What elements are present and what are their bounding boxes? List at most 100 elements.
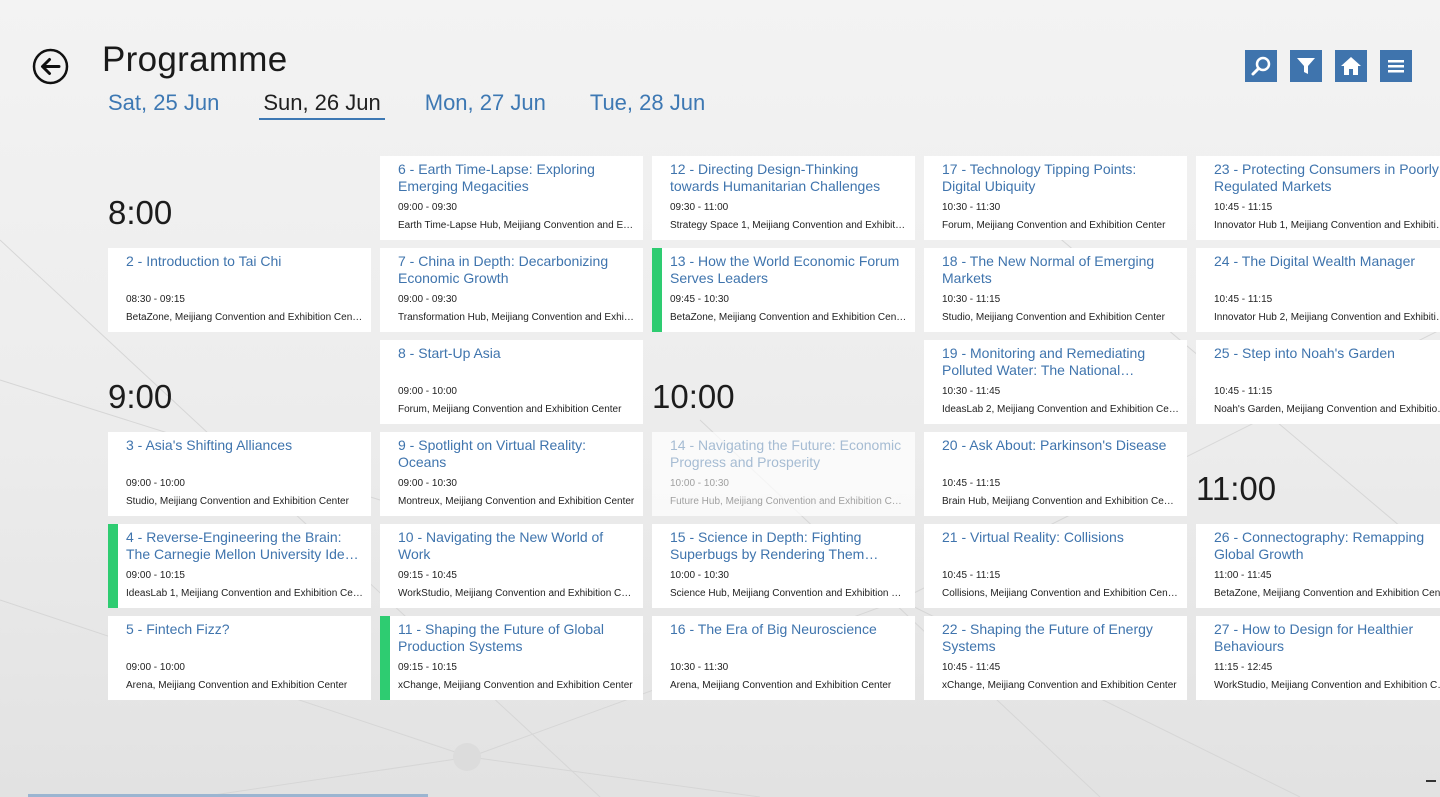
home-button[interactable] [1335, 50, 1367, 82]
hour-label: 10:00 [652, 378, 735, 415]
session-time: 10:45 - 11:15 [942, 478, 1001, 489]
session-card[interactable]: 12 - Directing Design-Thinking towards H… [652, 156, 915, 240]
session-card[interactable]: 23 - Protecting Consumers in Poorly Regu… [1196, 156, 1440, 240]
session-title: 17 - Technology Tipping Points: Digital … [942, 161, 1137, 194]
session-title: 12 - Directing Design-Thinking towards H… [670, 161, 881, 194]
session-card[interactable]: 6 - Earth Time-Lapse: Exploring Emerging… [380, 156, 643, 240]
session-time: 10:00 - 10:30 [670, 478, 729, 489]
session-venue: Forum, Meijiang Convention and Exhibitio… [942, 220, 1166, 231]
session-card[interactable]: 25 - Step into Noah's Garden 10:45 - 11:1… [1196, 340, 1440, 424]
session-time: 10:00 - 10:30 [670, 570, 729, 581]
session-time: 10:45 - 11:15 [1214, 202, 1273, 213]
filter-icon [1297, 58, 1315, 74]
session-venue: Arena, Meijiang Convention and Exhibitio… [126, 680, 348, 691]
session-card[interactable]: 20 - Ask About: Parkinson's Disease 10:45… [924, 432, 1187, 516]
session-card[interactable]: 11 - Shaping the Future of Global Produc… [380, 616, 643, 700]
session-title: 21 - Virtual Reality: Collisions [942, 529, 1124, 545]
session-venue: Strategy Space 1, Meijiang Convention an… [670, 220, 907, 231]
session-card[interactable]: 13 - How the World Economic Forum Serves… [652, 248, 915, 332]
session-time: 09:15 - 10:45 [398, 570, 457, 581]
session-card[interactable]: 22 - Shaping the Future of Energy System… [924, 616, 1187, 700]
session-venue: IdeasLab 2, Meijiang Convention and Exhi… [942, 404, 1179, 415]
session-time: 09:00 - 10:30 [398, 478, 457, 489]
tab-mon-27-jun[interactable]: Mon, 27 Jun [421, 90, 550, 120]
session-card[interactable]: 8 - Start-Up Asia 09:00 - 10:00 Forum, Mei… [380, 340, 643, 424]
session-card[interactable]: 4 - Reverse-Engineering the Brain: The C… [108, 524, 371, 608]
session-card[interactable]: 19 - Monitoring and Remediating Polluted… [924, 340, 1187, 424]
tab-sat-25-jun[interactable]: Sat, 25 Jun [108, 90, 223, 120]
session-venue: Future Hub, Meijiang Convention and Exhi… [670, 496, 907, 507]
session-title: 3 - Asia's Shifting Alliances [126, 437, 293, 453]
session-card[interactable]: 5 - Fintech Fizz? 09:00 - 10:00 Arena, Mei… [108, 616, 371, 700]
session-venue: BetaZone, Meijiang Convention and Exhibi… [670, 312, 907, 323]
filter-button[interactable] [1290, 50, 1322, 82]
session-venue: xChange, Meijiang Convention and Exhibit… [942, 680, 1177, 691]
tab-sun-26-jun[interactable]: Sun, 26 Jun [259, 90, 385, 120]
session-card[interactable]: 18 - The New Normal of Emerging Markets 1… [924, 248, 1187, 332]
hour-label: 11:00 [1196, 470, 1277, 507]
session-title: 6 - Earth Time-Lapse: Exploring Emerging… [398, 161, 595, 194]
session-venue: BetaZone, Meijiang Convention and Exhibi… [1214, 588, 1440, 599]
session-venue: Innovator Hub 1, Meijiang Convention and… [1214, 220, 1440, 231]
session-card[interactable]: 21 - Virtual Reality: Collisions 10:45 - … [924, 524, 1187, 608]
session-time: 08:30 - 09:15 [126, 294, 185, 305]
session-title: 16 - The Era of Big Neuroscience [670, 621, 877, 637]
session-venue: xChange, Meijiang Convention and Exhibit… [398, 680, 633, 691]
toolbar [1245, 50, 1425, 82]
session-venue: Montreux, Meijiang Convention and Exhibi… [398, 496, 635, 507]
session-time: 11:00 - 11:45 [1214, 570, 1272, 581]
session-time: 10:30 - 11:15 [942, 294, 1001, 305]
session-venue: IdeasLab 1, Meijiang Convention and Exhi… [126, 588, 363, 599]
session-card[interactable]: 17 - Technology Tipping Points: Digital … [924, 156, 1187, 240]
session-card[interactable]: 27 - How to Design for Healthier Behavio… [1196, 616, 1440, 700]
session-title: 18 - The New Normal of Emerging Markets [942, 253, 1155, 286]
session-time: 09:00 - 10:00 [126, 478, 185, 489]
favourite-marker [652, 248, 662, 332]
back-button[interactable] [32, 48, 69, 85]
session-card[interactable]: 24 - The Digital Wealth Manager 10:45 - 1… [1196, 248, 1440, 332]
hour-label: 9:00 [108, 378, 173, 415]
search-button[interactable] [1245, 50, 1277, 82]
session-card[interactable]: 3 - Asia's Shifting Alliances 09:00 - 10:… [108, 432, 371, 516]
session-card[interactable]: 10 - Navigating the New World of Work 09:… [380, 524, 643, 608]
session-time: 10:45 - 11:15 [942, 570, 1001, 581]
session-venue: Innovator Hub 2, Meijiang Convention and… [1214, 312, 1440, 323]
session-time: 10:45 - 11:15 [1214, 294, 1273, 305]
session-card[interactable]: 9 - Spotlight on Virtual Reality: Oceans… [380, 432, 643, 516]
session-venue: BetaZone, Meijiang Convention and Exhibi… [126, 312, 363, 323]
session-venue: Science Hub, Meijiang Convention and Exh… [670, 588, 907, 599]
session-time: 09:00 - 09:30 [398, 294, 457, 305]
session-card[interactable]: 26 - Connectography: Remapping Global Gr… [1196, 524, 1440, 608]
session-time: 09:00 - 10:00 [126, 662, 185, 673]
session-venue: WorkStudio, Meijiang Convention and Exhi… [398, 588, 635, 599]
session-title: 19 - Monitoring and Remediating Polluted… [942, 345, 1146, 378]
page-title: Programme [102, 40, 288, 79]
search-icon [1251, 56, 1271, 76]
session-title: 25 - Step into Noah's Garden [1214, 345, 1395, 361]
session-venue: Studio, Meijiang Convention and Exhibiti… [942, 312, 1165, 323]
session-card[interactable]: 7 - China in Depth: Decarbonizing Econom… [380, 248, 643, 332]
session-title: 5 - Fintech Fizz? [126, 621, 230, 637]
session-card[interactable]: 2 - Introduction to Tai Chi 08:30 - 09:15… [108, 248, 371, 332]
home-icon [1341, 57, 1361, 75]
session-title: 4 - Reverse-Engineering the Brain: The C… [126, 529, 360, 562]
session-card[interactable]: 16 - The Era of Big Neuroscience 10:30 - … [652, 616, 915, 700]
day-tabs: Sat, 25 Jun Sun, 26 Jun Mon, 27 Jun Tue,… [108, 90, 745, 120]
session-card[interactable]: 15 - Science in Depth: Fighting Superbug… [652, 524, 915, 608]
session-time: 10:30 - 11:45 [942, 386, 1001, 397]
tab-tue-28-jun[interactable]: Tue, 28 Jun [586, 90, 709, 120]
session-title: 13 - How the World Economic Forum Serves… [670, 253, 900, 286]
session-title: 8 - Start-Up Asia [398, 345, 501, 361]
session-venue: Noah's Garden, Meijiang Convention and E… [1214, 404, 1440, 415]
menu-button[interactable] [1380, 50, 1412, 82]
session-title: 11 - Shaping the Future of Global Produc… [398, 621, 604, 654]
session-time: 10:30 - 11:30 [670, 662, 729, 673]
session-venue: Brain Hub, Meijiang Convention and Exhib… [942, 496, 1179, 507]
session-title: 9 - Spotlight on Virtual Reality: Oceans [398, 437, 587, 470]
session-venue: Studio, Meijiang Convention and Exhibiti… [126, 496, 349, 507]
favourite-marker [380, 616, 390, 700]
session-card[interactable]: 14 - Navigating the Future: Economic Pro… [652, 432, 915, 516]
session-time: 09:00 - 10:15 [126, 570, 185, 581]
session-title: 27 - How to Design for Healthier Behavio… [1214, 621, 1414, 654]
scroll-indicator [1426, 780, 1436, 782]
